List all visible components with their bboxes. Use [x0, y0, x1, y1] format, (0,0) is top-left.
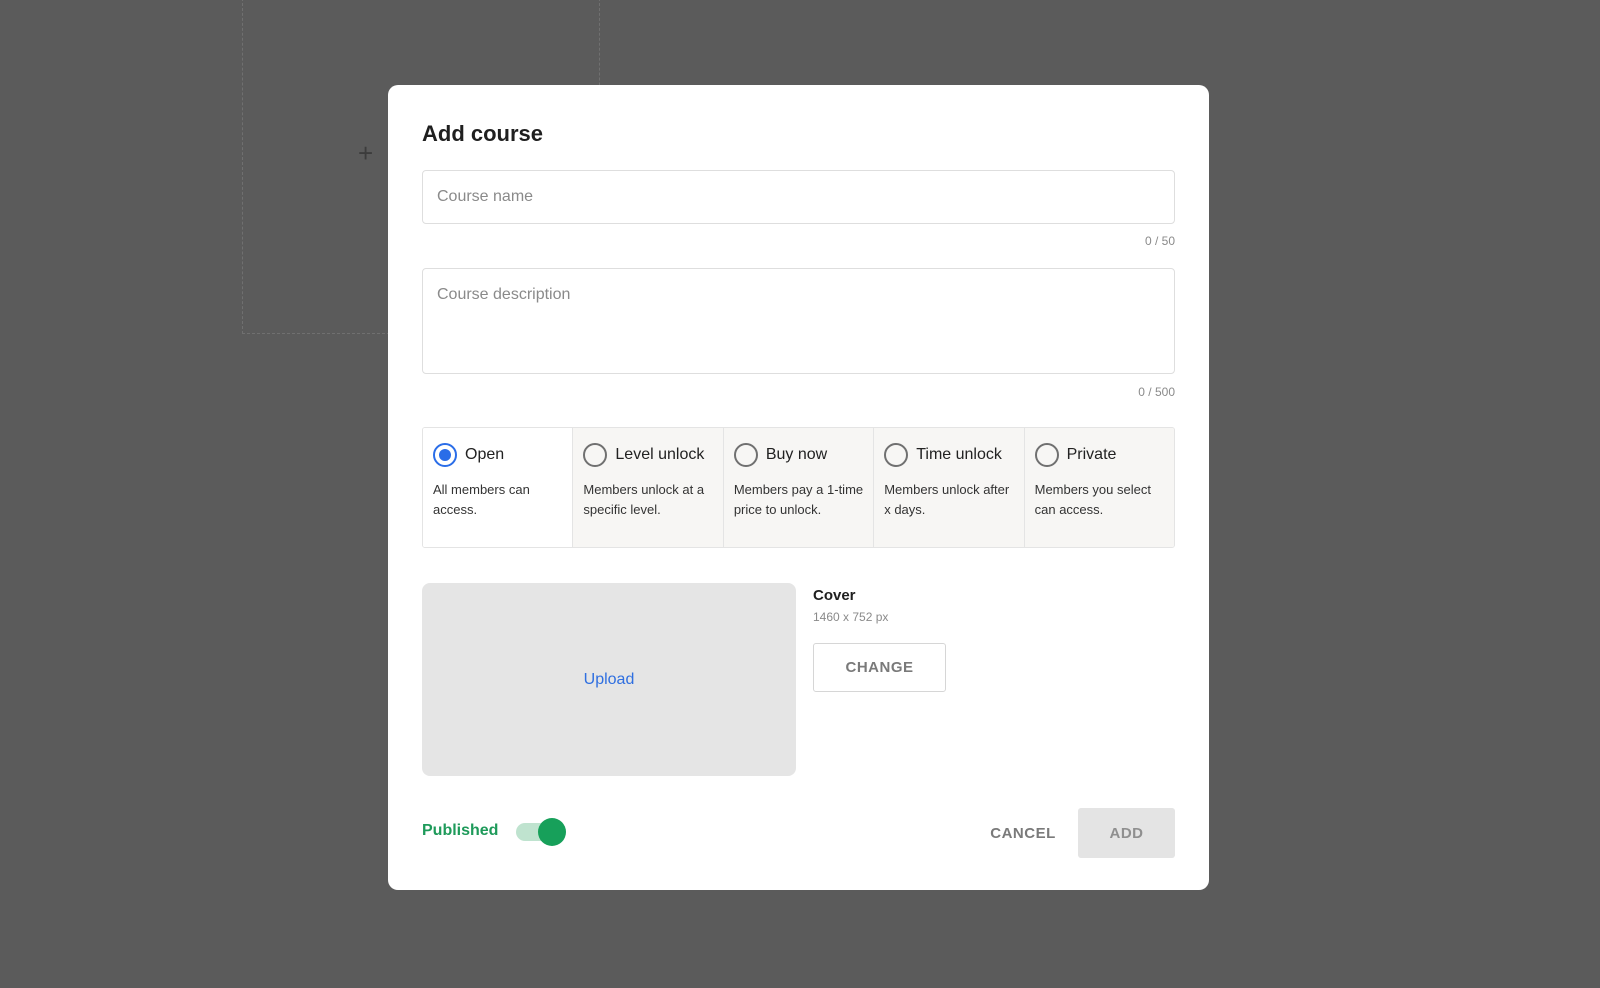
plus-icon: +	[358, 138, 374, 168]
access-option-label: Level unlock	[615, 446, 705, 463]
radio-unselected-icon[interactable]	[583, 443, 608, 467]
dialog-title: Add course	[422, 121, 544, 146]
access-option-open[interactable]: Open All members can access.	[423, 428, 573, 547]
access-option-label: Open	[465, 446, 505, 463]
access-option-label: Private	[1066, 446, 1117, 463]
course-description-input[interactable]	[422, 268, 1175, 374]
access-option-time-unlock[interactable]: Time unlock Members unlock after x days.	[873, 428, 1024, 547]
published-toggle[interactable]	[514, 818, 566, 846]
access-option-level-unlock[interactable]: Level unlock Members unlock at a specifi…	[572, 428, 723, 547]
access-options: Open All members can access. Level unloc…	[422, 427, 1175, 548]
access-option-private[interactable]: Private Members you select can access.	[1023, 428, 1174, 547]
published-label: Published	[422, 822, 499, 839]
cancel-button[interactable]: CANCEL	[968, 808, 1078, 858]
access-option-description: Members pay a 1-time price to unlock.	[733, 482, 864, 517]
add-button[interactable]: ADD	[1078, 808, 1175, 858]
access-option-label: Buy now	[765, 446, 828, 463]
cover-title: Cover	[813, 587, 856, 604]
access-option-label: Time unlock	[916, 446, 1002, 463]
course-name-input[interactable]	[422, 170, 1175, 224]
access-option-description: Members unlock at a specific level.	[583, 482, 705, 517]
access-option-description: All members can access.	[433, 482, 530, 517]
radio-unselected-icon[interactable]	[884, 443, 909, 467]
cover-upload-area[interactable]: Upload	[422, 583, 796, 776]
course-name-counter: 0 / 50	[1144, 234, 1175, 248]
change-cover-button[interactable]: CHANGE	[813, 643, 946, 692]
radio-selected-icon[interactable]	[433, 443, 457, 467]
access-option-buy-now[interactable]: Buy now Members pay a 1-time price to un…	[722, 428, 874, 547]
radio-unselected-icon[interactable]	[1034, 443, 1059, 467]
radio-unselected-icon[interactable]	[733, 443, 758, 467]
cover-size-hint: 1460 x 752 px	[813, 610, 889, 624]
course-description-counter: 0 / 500	[1138, 385, 1175, 399]
access-option-description: Members you select can access.	[1034, 482, 1151, 517]
add-course-dialog: Add course 0 / 50 0 / 500 Open All membe…	[388, 85, 1209, 890]
toggle-knob[interactable]	[538, 818, 566, 846]
upload-link[interactable]: Upload	[584, 671, 635, 689]
access-option-description: Members unlock after x days.	[884, 482, 1010, 517]
